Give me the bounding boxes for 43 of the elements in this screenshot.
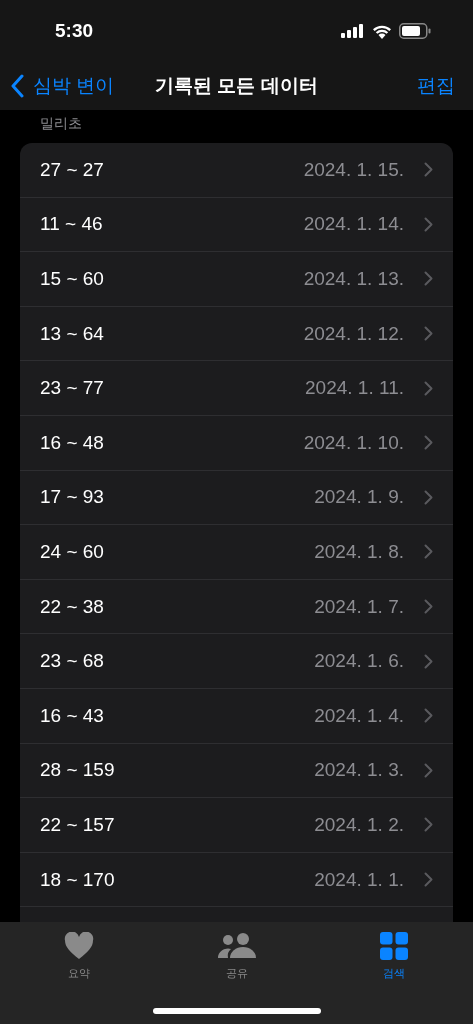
page-title: 기록된 모든 데이터 xyxy=(155,74,318,98)
chevron-right-icon xyxy=(424,708,433,724)
section-header: 밀리초 xyxy=(39,114,83,133)
chevron-right-icon xyxy=(424,216,433,232)
data-row[interactable]: 16 ~ 43 2024. 1. 4. xyxy=(20,688,453,744)
chevron-right-icon xyxy=(424,872,433,887)
chevron-right-icon xyxy=(424,653,433,669)
grid-icon xyxy=(380,932,409,960)
data-row[interactable]: 11 ~ 46 2024. 1. 14. xyxy=(20,197,453,253)
data-row[interactable]: 23 ~ 77 2024. 1. 11. xyxy=(20,361,453,416)
chevron-left-icon xyxy=(10,74,24,98)
data-row[interactable]: 18 ~ 170 2024. 1. 1. xyxy=(20,852,453,908)
signal-icon xyxy=(341,24,365,38)
chevron-right-icon xyxy=(424,762,433,778)
data-row[interactable]: 24 ~ 60 2024. 1. 8. xyxy=(20,525,453,580)
edit-button[interactable]: 편집 xyxy=(417,73,455,99)
chevron-right-icon xyxy=(424,435,433,451)
data-row[interactable]: 16 ~ 48 2024. 1. 10. xyxy=(20,415,453,471)
chevron-right-icon xyxy=(424,817,433,833)
tab-item[interactable]: 요약 xyxy=(0,932,158,984)
data-row[interactable]: 13 ~ 64 2024. 1. 12. xyxy=(20,306,453,362)
chevron-right-icon xyxy=(424,599,433,615)
tab-item[interactable]: 공유 xyxy=(157,932,316,984)
data-row[interactable]: 17 ~ 93 2024. 1. 9. xyxy=(20,470,453,526)
data-row[interactable]: 28 ~ 159 2024. 1. 3. xyxy=(20,743,453,799)
chevron-right-icon xyxy=(424,380,433,396)
heart-icon xyxy=(63,932,94,960)
data-row[interactable]: 15 ~ 60 2024. 1. 13. xyxy=(20,252,453,307)
data-row[interactable]: 22 ~ 38 2024. 1. 7. xyxy=(20,579,453,635)
battery-icon xyxy=(399,23,431,39)
people-icon xyxy=(216,932,257,960)
data-row[interactable]: 22 ~ 157 2024. 1. 2. xyxy=(20,798,453,853)
data-row[interactable]: 27 ~ 27 2024. 1. 15. xyxy=(20,143,453,198)
tab-item[interactable]: 검색 xyxy=(315,932,473,984)
back-button[interactable]: 심박 변이 xyxy=(10,73,115,99)
data-row[interactable]: 23 ~ 68 2024. 1. 6. xyxy=(20,634,453,689)
status-time: 5:30 xyxy=(55,20,94,42)
chevron-right-icon xyxy=(424,162,433,178)
chevron-right-icon xyxy=(424,326,433,342)
chevron-right-icon xyxy=(424,544,433,560)
chevron-right-icon xyxy=(424,489,433,505)
wifi-icon xyxy=(372,23,392,39)
chevron-right-icon xyxy=(424,271,433,287)
